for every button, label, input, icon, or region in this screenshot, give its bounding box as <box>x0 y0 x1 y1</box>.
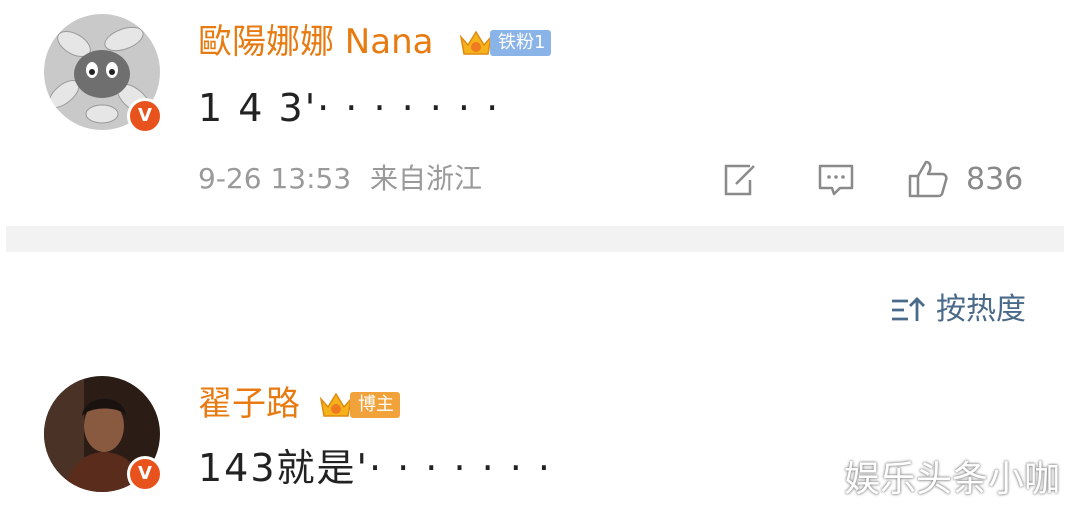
section-divider <box>6 226 1064 252</box>
comment-text: 143就是'· · · · · · · <box>198 446 553 490</box>
fan-badge[interactable]: 铁粉1 <box>458 28 552 58</box>
comment-time: 9-26 13:53 <box>198 162 352 195</box>
verified-icon: V <box>127 98 163 134</box>
username-nana[interactable]: 歐陽娜娜 Nana <box>198 22 433 62</box>
comment-icon[interactable] <box>816 160 856 200</box>
sort-icon <box>892 297 925 321</box>
watermark: 娱乐头条小咖 <box>843 459 1060 500</box>
verified-icon: V <box>127 456 163 492</box>
sort-button[interactable]: 按热度 <box>890 290 1026 330</box>
like-icon[interactable] <box>906 158 950 200</box>
crown-icon <box>319 392 353 417</box>
like-count: 836 <box>966 162 1024 197</box>
repost-icon[interactable] <box>720 160 760 200</box>
username-zhaizilu[interactable]: 翟子路 <box>198 384 300 424</box>
blogger-badge[interactable]: 博主 <box>318 390 400 420</box>
comment-text: 1 4 3'· · · · · · · <box>198 86 501 130</box>
crown-icon <box>459 30 493 55</box>
fan-badge-label: 铁粉1 <box>490 30 552 56</box>
blogger-badge-label: 博主 <box>350 392 400 418</box>
comment-date: 9-26 13:53 来自浙江 <box>198 162 482 196</box>
sort-label: 按热度 <box>936 292 1026 327</box>
comment-location: 来自浙江 <box>370 162 483 195</box>
